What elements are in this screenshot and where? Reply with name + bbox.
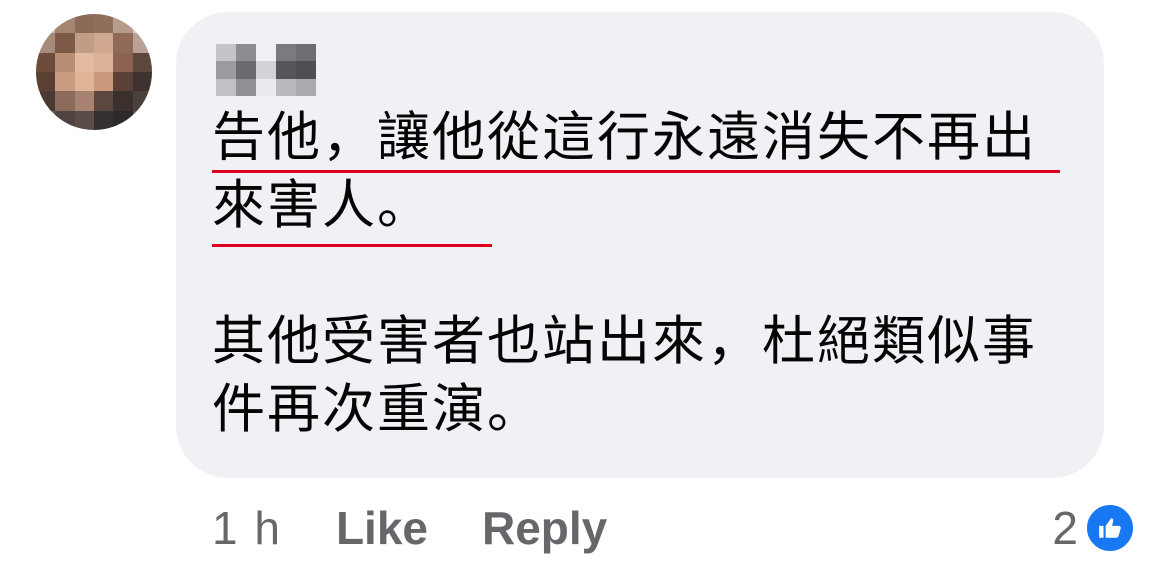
avatar[interactable]: [36, 14, 152, 130]
comment-paragraph: 其他受害者也站出來，杜絕類似事件再次重演。: [212, 311, 1037, 440]
reply-button[interactable]: Reply: [482, 501, 607, 555]
like-button[interactable]: Like: [336, 501, 428, 555]
comment-actions: 1 h Like Reply: [212, 496, 607, 560]
timestamp[interactable]: 1 h: [212, 501, 282, 555]
reaction-summary[interactable]: 2: [1052, 496, 1136, 560]
comment-text: 告他，讓他從這行永遠消失不再出來害人。 其他受害者也站出來，杜絕類似事件再次重演…: [212, 104, 1082, 444]
thumbs-up-icon: [1084, 502, 1136, 554]
highlight-underline: [212, 170, 1060, 173]
comment-bubble: 告他，讓他從這行永遠消失不再出來害人。 其他受害者也站出來，杜絕類似事件再次重演…: [176, 12, 1104, 478]
reaction-count: 2: [1052, 502, 1078, 554]
author-name-redacted[interactable]: [216, 44, 316, 96]
highlight-underline: [212, 244, 492, 247]
